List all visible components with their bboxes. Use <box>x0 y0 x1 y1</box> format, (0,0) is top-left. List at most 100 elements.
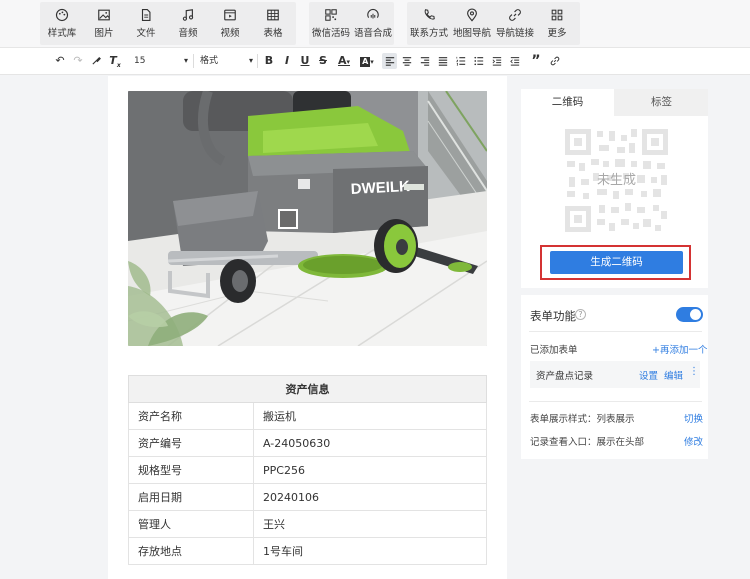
toolbar-group-contact: 联系方式 地图导航 导航链接 更多 <box>407 2 580 45</box>
form-edit-link[interactable]: 编辑 <box>664 368 683 382</box>
table-cell-key[interactable]: 存放地点 <box>128 537 254 565</box>
form-function-toggle[interactable] <box>676 307 703 322</box>
table-cell-value[interactable]: 20240106 <box>253 483 487 511</box>
product-brand-text: DWEILK <box>350 178 410 198</box>
outdent-icon[interactable] <box>509 53 521 69</box>
asset-info-table[interactable]: 资产信息 资产名称 搬运机 资产编号 A-24050630 规格型号 PPC25… <box>128 375 487 565</box>
format-toolbar: ↶ ↷ Tx 15 ▾ 格式 ▾ B I U S A▾ A ▾ ” <box>0 48 750 75</box>
toolbar-item-label: 微信活码 <box>311 28 350 39</box>
qrcode-icon <box>325 9 337 21</box>
link-icon[interactable] <box>549 53 561 69</box>
divider <box>529 331 702 332</box>
quote-icon[interactable]: ” <box>530 53 542 69</box>
paragraph-style-select[interactable]: 格式 ▾ <box>200 52 253 70</box>
toolbar-item-nav-link[interactable]: 导航链接 <box>493 2 537 45</box>
table-row: 管理人 王兴 <box>128 510 487 538</box>
qrcode-panel: 二维码 标签 未生成 生成二维码 <box>521 89 708 288</box>
table-cell-key[interactable]: 管理人 <box>128 510 254 538</box>
toolbar-item-file[interactable]: 文件 <box>124 2 168 45</box>
font-color-icon[interactable]: A▾ <box>335 53 353 69</box>
added-forms-label: 已添加表单 <box>530 345 578 356</box>
table-cell-key[interactable]: 规格型号 <box>128 456 254 484</box>
toolbar-item-style-library[interactable]: 样式库 <box>40 2 84 45</box>
display-style-text: 表单展示样式：列表展示 <box>530 414 635 425</box>
qrcode-placeholder-text: 未生成 <box>596 173 636 188</box>
table-cell-value[interactable]: 王兴 <box>253 510 487 538</box>
list-item: 资产盘点记录 设置 编辑 ⋮ <box>530 361 700 388</box>
paragraph-style-value: 格式 <box>200 56 219 66</box>
table-row: 存放地点 1号车间 <box>128 537 487 565</box>
phone-icon <box>424 9 435 20</box>
more-icon[interactable]: ⋮ <box>689 366 699 377</box>
form-settings-link[interactable]: 设置 <box>639 368 658 382</box>
generate-qrcode-button[interactable]: 生成二维码 <box>550 251 683 274</box>
underline-icon[interactable]: U <box>299 53 311 69</box>
font-size-value: 15 <box>134 56 146 66</box>
toolbar-group-media: 样式库 图片 文件 音频 视频 表格 <box>40 2 296 45</box>
toolbar-item-image[interactable]: 图片 <box>82 2 126 45</box>
form-name: 资产盘点记录 <box>536 371 594 382</box>
strikethrough-icon[interactable]: S <box>317 53 329 69</box>
product-image[interactable]: DWEILK <box>128 91 487 346</box>
table-row: 规格型号 PPC256 <box>128 456 487 484</box>
align-center-icon[interactable] <box>401 53 413 69</box>
table-cell-value[interactable]: PPC256 <box>253 456 487 484</box>
voice-icon <box>367 8 379 19</box>
table-cell-key[interactable]: 资产名称 <box>128 402 254 430</box>
music-icon <box>182 9 194 21</box>
align-left-icon[interactable] <box>382 53 397 69</box>
table-icon <box>267 9 279 21</box>
modify-entry-link[interactable]: 修改 <box>684 434 703 448</box>
toolbar-item-video[interactable]: 视频 <box>208 2 252 45</box>
toolbar-item-label: 音频 <box>178 28 198 39</box>
toolbar-item-voice[interactable]: 语音合成 <box>351 2 395 45</box>
table-cell-key[interactable]: 资产编号 <box>128 429 254 457</box>
toolbar-item-more[interactable]: 更多 <box>535 2 579 45</box>
table-row: 资产名称 搬运机 <box>128 402 487 430</box>
toolbar-item-wechat-code[interactable]: 微信活码 <box>309 2 353 45</box>
align-justify-icon[interactable] <box>437 53 449 69</box>
asset-table-title: 资产信息 <box>128 375 487 403</box>
undo-icon[interactable]: ↶ <box>54 53 66 69</box>
toolbar-item-label: 联系方式 <box>409 28 448 39</box>
align-right-icon[interactable] <box>419 53 431 69</box>
toggle-knob <box>690 309 701 320</box>
toolbar-item-map[interactable]: 地图导航 <box>450 2 494 45</box>
font-size-select[interactable]: 15 ▾ <box>134 52 188 70</box>
bold-icon[interactable]: B <box>263 53 275 69</box>
add-another-form-link[interactable]: +再添加一个 <box>652 342 707 356</box>
chevron-down-icon: ▾ <box>248 56 253 65</box>
qrcode-tabs: 二维码 标签 <box>521 89 708 116</box>
ordered-list-icon[interactable] <box>455 53 467 69</box>
redo-icon[interactable]: ↷ <box>72 53 84 69</box>
toolbar-item-label: 导航链接 <box>495 28 534 39</box>
table-row: 资产编号 A-24050630 <box>128 429 487 457</box>
table-cell-value[interactable]: 1号车间 <box>253 537 487 565</box>
insert-toolbar: 样式库 图片 文件 音频 视频 表格 微信活码 语音合成 联系方式 地图导航 导… <box>0 0 750 48</box>
tab-label[interactable]: 标签 <box>615 89 708 116</box>
table-cell-value[interactable]: 搬运机 <box>253 402 487 430</box>
toolbar-item-table[interactable]: 表格 <box>251 2 295 45</box>
tab-qrcode[interactable]: 二维码 <box>521 89 614 116</box>
toolbar-item-audio[interactable]: 音频 <box>166 2 210 45</box>
switch-display-link[interactable]: 切换 <box>684 411 703 425</box>
highlight-color-icon[interactable]: A ▾ <box>358 53 376 69</box>
editor-page[interactable]: DWEILK 资产信息 资产名称 搬运机 资产编号 A-24050630 规格型… <box>108 76 507 579</box>
divider <box>529 401 702 402</box>
table-cell-value[interactable]: A-24050630 <box>253 429 487 457</box>
italic-icon[interactable]: I <box>281 53 293 69</box>
video-icon <box>224 9 236 21</box>
table-cell-key[interactable]: 启用日期 <box>128 483 254 511</box>
toolbar-item-label: 图片 <box>94 28 114 39</box>
help-icon[interactable]: ? <box>575 309 586 320</box>
link-icon <box>509 9 521 21</box>
format-painter-icon[interactable] <box>90 53 102 69</box>
table-row: 启用日期 20240106 <box>128 483 487 511</box>
grid-icon <box>551 9 563 21</box>
toolbar-item-contact[interactable]: 联系方式 <box>407 2 451 45</box>
unordered-list-icon[interactable] <box>473 53 485 69</box>
clear-format-icon[interactable]: Tx <box>108 53 122 69</box>
toolbar-item-label: 文件 <box>136 28 156 39</box>
toolbar-item-label: 视频 <box>220 28 240 39</box>
indent-icon[interactable] <box>491 53 503 69</box>
